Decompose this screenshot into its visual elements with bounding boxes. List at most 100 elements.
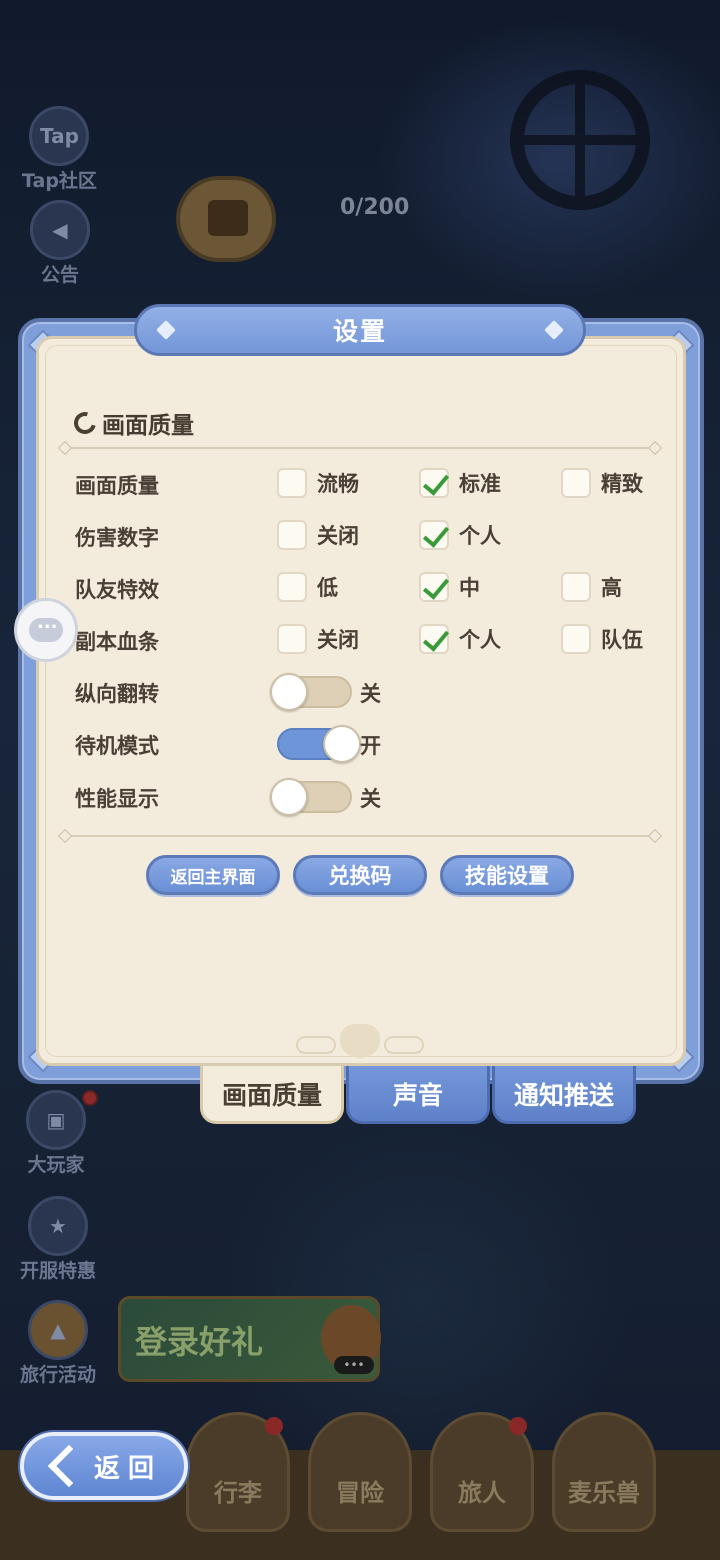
- section-header: 画面质量: [69, 406, 194, 440]
- option-quality-fine[interactable]: 精致: [561, 468, 643, 498]
- fox-head-icon: [340, 1024, 380, 1058]
- side-button-label: 大玩家: [27, 1154, 85, 1176]
- skill-settings-button[interactable]: 技能设置: [440, 855, 574, 895]
- nav-item-adventure: 冒险: [308, 1412, 412, 1532]
- side-button-label: 开服特惠: [20, 1260, 97, 1282]
- nav-label: 冒险: [336, 1479, 384, 1507]
- option-effects-low[interactable]: 低: [277, 572, 338, 602]
- moon-icon: [69, 407, 101, 439]
- row-label-standby-mode: 待机模式: [75, 734, 159, 758]
- nav-label: 麦乐兽: [568, 1479, 640, 1507]
- megaphone-icon: ◀: [30, 200, 90, 260]
- option-damage-off[interactable]: 关闭: [277, 520, 359, 550]
- checkbox[interactable]: [561, 624, 591, 654]
- row-label-vertical-flip: 纵向翻转: [75, 682, 159, 706]
- side-button-tap-community: Tap Tap社区: [22, 106, 97, 193]
- option-label: 高: [601, 576, 622, 600]
- row-label-teammate-effects: 队友特效: [75, 578, 159, 602]
- row-label-damage-numbers: 伤害数字: [75, 526, 159, 550]
- toggle-knob: [270, 673, 308, 711]
- redeem-code-button[interactable]: 兑换码: [293, 855, 427, 895]
- option-label: 标准: [459, 472, 501, 496]
- toggle-standby-mode[interactable]: [277, 725, 361, 763]
- chat-button[interactable]: [14, 598, 78, 662]
- checkbox[interactable]: [277, 624, 307, 654]
- checkbox-checked[interactable]: [419, 624, 449, 654]
- nav-label: 旅人: [458, 1479, 506, 1507]
- fox-emblem-decoration: [296, 1022, 424, 1062]
- swirl-ornament: [296, 1036, 336, 1054]
- dialog-title: 设置: [332, 317, 387, 346]
- option-damage-personal[interactable]: 个人: [419, 520, 501, 550]
- toggle-state-label: 开: [360, 734, 381, 758]
- section-title: 画面质量: [102, 413, 194, 439]
- ship-wheel-decoration: [510, 70, 650, 210]
- sparkle-icon: [544, 320, 564, 340]
- notification-dot: [509, 1417, 527, 1435]
- toggle-knob: [323, 725, 361, 763]
- banner-page-dots: •••: [334, 1356, 374, 1374]
- section-divider: [64, 835, 656, 837]
- chest-icon: [208, 200, 248, 236]
- side-button-travel-event: ▲ 旅行活动: [20, 1300, 96, 1387]
- option-label: 低: [317, 576, 338, 600]
- nav-item-luggage: 行李: [186, 1412, 290, 1532]
- side-button-announcement: ◀ 公告: [30, 200, 90, 287]
- chat-bubble-icon: [29, 612, 63, 642]
- row-label-quality: 画面质量: [75, 474, 159, 498]
- back-button-label: 返回: [94, 1453, 163, 1484]
- back-button[interactable]: 返回: [20, 1432, 188, 1500]
- option-quality-smooth[interactable]: 流畅: [277, 468, 359, 498]
- tab-graphics[interactable]: 画面质量: [200, 1066, 344, 1124]
- row-label-dungeon-hp: 副本血条: [75, 630, 159, 654]
- option-label: 中: [459, 576, 480, 600]
- checkbox[interactable]: [277, 572, 307, 602]
- checkbox[interactable]: [277, 520, 307, 550]
- side-button-label: 公告: [40, 264, 79, 286]
- option-effects-high[interactable]: 高: [561, 572, 622, 602]
- checkbox-checked[interactable]: [419, 520, 449, 550]
- checkbox[interactable]: [561, 572, 591, 602]
- notification-dot: [265, 1417, 283, 1435]
- option-label: 队伍: [601, 628, 643, 652]
- checkbox-checked[interactable]: [419, 468, 449, 498]
- side-button-server-deals: ★ 开服特惠: [20, 1196, 96, 1283]
- toggle-state-label: 关: [360, 787, 381, 811]
- checkbox[interactable]: [561, 468, 591, 498]
- tap-icon: Tap: [29, 106, 90, 166]
- return-main-button[interactable]: 返回主界面: [146, 855, 280, 895]
- tab-notifications[interactable]: 通知推送: [492, 1066, 636, 1124]
- option-label: 精致: [601, 472, 643, 496]
- option-hp-off[interactable]: 关闭: [277, 624, 359, 654]
- option-label: 关闭: [317, 628, 359, 652]
- nav-item-traveler: 旅人: [430, 1412, 534, 1532]
- row-label-performance-display: 性能显示: [75, 787, 159, 811]
- toggle-performance-display[interactable]: [270, 778, 352, 816]
- side-button-big-player: ▣ 大玩家: [26, 1090, 98, 1177]
- section-divider: [64, 447, 656, 449]
- nav-label: 行李: [214, 1479, 262, 1507]
- option-effects-medium[interactable]: 中: [419, 572, 480, 602]
- option-label: 关闭: [317, 524, 359, 548]
- notification-dot: [82, 1090, 98, 1106]
- toggle-vertical-flip[interactable]: [270, 673, 352, 711]
- option-hp-personal[interactable]: 个人: [419, 624, 501, 654]
- checkbox-checked[interactable]: [419, 572, 449, 602]
- side-button-label: Tap社区: [22, 170, 97, 192]
- swirl-ornament: [384, 1036, 424, 1054]
- toggle-state-label: 关: [360, 682, 381, 706]
- back-arrow-icon: [47, 1444, 91, 1488]
- dialog-title-banner: 设置: [134, 304, 586, 356]
- checkbox[interactable]: [277, 468, 307, 498]
- tab-sound[interactable]: 声音: [346, 1066, 490, 1124]
- login-banner-text: 登录好礼: [135, 1323, 264, 1361]
- side-button-label: 旅行活动: [20, 1364, 97, 1386]
- option-quality-standard[interactable]: 标准: [419, 468, 501, 498]
- option-label: 个人: [459, 628, 501, 652]
- option-hp-team[interactable]: 队伍: [561, 624, 643, 654]
- tv-icon: ▣: [26, 1090, 86, 1150]
- resource-counter: 0/200: [340, 195, 410, 220]
- option-label: 流畅: [317, 472, 359, 496]
- treasure-chest-bubble: [176, 176, 276, 262]
- toggle-knob: [270, 778, 308, 816]
